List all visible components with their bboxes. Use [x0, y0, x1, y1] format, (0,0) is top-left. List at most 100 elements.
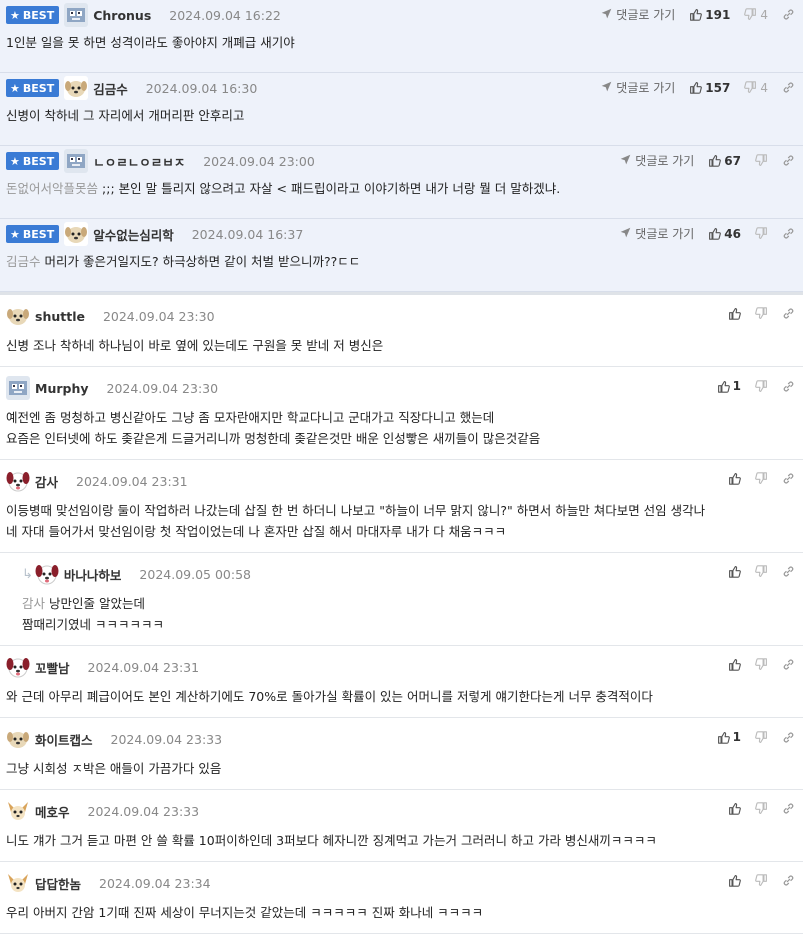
comment-actions: 댓글로 가기 67 — [620, 152, 795, 169]
comment-date: 2024.09.04 23:34 — [99, 875, 211, 891]
comment-nickname[interactable]: 알수없는심리학 — [93, 225, 174, 244]
reply-target[interactable]: 감사 — [22, 596, 45, 611]
downvote-button[interactable] — [755, 565, 768, 578]
robot-avatar[interactable] — [64, 149, 89, 173]
comment-body: 신병 조나 착하네 하나님이 바로 옆에 있는데도 구원을 못 받네 저 병신은 — [6, 335, 803, 366]
go-to-reply-link[interactable]: 댓글로 가기 — [620, 225, 694, 242]
comment-nickname[interactable]: Murphy — [35, 381, 89, 396]
comment-date: 2024.09.04 23:33 — [110, 731, 223, 747]
reply-target[interactable]: 돈없어서악플못씀 — [6, 181, 98, 196]
downvote-button[interactable] — [755, 307, 768, 320]
upvote-count: 1 — [732, 379, 741, 393]
downvote-count: 4 — [760, 80, 768, 95]
comment-text: 네 자대 들어가서 맞선임이랑 첫 작업이었는데 나 혼자만 삽질 해서 마대자… — [6, 524, 507, 539]
go-to-reply-link[interactable]: 댓글로 가기 — [601, 6, 675, 23]
comment-body: 니도 걔가 그거 듣고 마편 안 쓸 확률 10퍼이하인데 3퍼보다 헤자니깐 … — [6, 830, 803, 861]
downvote-button[interactable] — [755, 472, 768, 485]
link-icon — [782, 227, 795, 240]
share-link-button[interactable] — [782, 154, 795, 167]
share-link-button[interactable] — [782, 658, 795, 671]
comment-body: 와 근데 아무리 폐급이어도 본인 계산하기에도 70%로 돌아가실 확률이 있… — [6, 686, 803, 717]
upvote-button[interactable] — [728, 658, 741, 671]
send-icon — [620, 154, 635, 168]
upvote-button[interactable] — [728, 874, 741, 887]
thumbs-down-icon — [755, 154, 768, 167]
share-link-button[interactable] — [782, 874, 795, 887]
chihuahua-avatar[interactable] — [6, 799, 30, 823]
comment-body: 김금수 머리가 좋은거일지도? 하극상하면 같이 처벌 받으니까??ㄷㄷ — [6, 249, 803, 282]
robot-avatar[interactable] — [64, 3, 89, 27]
comment: 메호우 2024.09.04 23:33 니도 걔가 그거 듣고 마편 안 쓸 … — [0, 790, 803, 862]
upvote-button[interactable]: 67 — [708, 154, 741, 168]
downvote-button[interactable] — [755, 227, 768, 240]
comment-body: 신병이 착하네 그 자리에서 개머리판 안후리고 — [6, 103, 803, 136]
comment-nickname[interactable]: 감사 — [35, 472, 58, 491]
reply-comment: ↳ 바나나하보 2024.09.05 00:58 감사 낭만인줄 알았는데 짬때리기… — [0, 553, 803, 646]
comment-nickname[interactable]: 답답한놈 — [35, 874, 81, 893]
upvote-button[interactable]: 46 — [708, 227, 741, 241]
thumbs-down-icon — [755, 565, 768, 578]
share-link-button[interactable] — [782, 307, 795, 320]
puppy-avatar[interactable] — [64, 76, 89, 100]
comment-body: 예전엔 좀 멍청하고 병신같아도 그냥 좀 모자란애지만 학교다니고 군대가고 … — [6, 407, 803, 459]
best-badge: ★ BEST — [6, 152, 60, 170]
comment-date: 2024.09.04 23:31 — [87, 659, 200, 675]
thumbs-up-icon — [689, 81, 703, 94]
comment-text: 1인분 일을 못 하면 성격이라도 좋아야지 개폐급 새기야 — [6, 35, 295, 50]
share-link-button[interactable] — [782, 380, 795, 393]
go-to-reply-link[interactable]: 댓글로 가기 — [620, 152, 694, 169]
puppy-avatar[interactable] — [64, 222, 89, 246]
upvote-button[interactable] — [728, 307, 741, 320]
comment-nickname[interactable]: ㄴㅇㄹㄴㅇㄹㅂㅈ — [93, 152, 185, 171]
puppy-avatar[interactable] — [6, 304, 30, 328]
comment-nickname[interactable]: 김금수 — [93, 79, 128, 98]
comment-nickname[interactable]: 꼬빨남 — [35, 658, 70, 677]
downvote-button[interactable] — [755, 658, 768, 671]
puppy-avatar[interactable] — [6, 727, 30, 751]
dog-red-avatar[interactable] — [6, 655, 30, 679]
share-link-button[interactable] — [782, 565, 795, 578]
share-link-button[interactable] — [782, 802, 795, 815]
reply-target[interactable]: 김금수 — [6, 254, 41, 269]
comment-actions — [714, 307, 795, 320]
comment-actions: 1 — [703, 379, 795, 393]
downvote-button[interactable]: 4 — [744, 8, 768, 22]
upvote-button[interactable]: 1 — [717, 730, 741, 744]
comment-text: 짬때리기였네 ㅋㅋㅋㅋㅋㅋ — [22, 617, 164, 632]
comment-nickname[interactable]: 화이트캡스 — [35, 730, 93, 749]
downvote-button[interactable] — [755, 379, 768, 393]
link-icon — [782, 380, 795, 393]
downvote-count: 4 — [760, 7, 768, 22]
share-link-button[interactable] — [782, 8, 795, 21]
share-link-button[interactable] — [782, 227, 795, 240]
comment-nickname[interactable]: 메호우 — [35, 802, 70, 821]
downvote-button[interactable] — [755, 730, 768, 744]
downvote-button[interactable] — [755, 802, 768, 815]
chihuahua-avatar[interactable] — [6, 871, 30, 895]
upvote-button[interactable] — [728, 802, 741, 815]
upvote-button[interactable] — [728, 565, 741, 578]
robot-avatar[interactable] — [6, 376, 30, 400]
thumbs-down-icon — [755, 874, 768, 887]
upvote-button[interactable] — [728, 472, 741, 485]
share-link-button[interactable] — [782, 731, 795, 744]
comment-body: 우리 아버지 간암 1기때 진짜 세상이 무너지는것 같았는데 ㅋㅋㅋㅋㅋ 진짜… — [6, 902, 803, 933]
upvote-button[interactable]: 157 — [689, 81, 730, 95]
upvote-button[interactable]: 1 — [717, 379, 741, 393]
comment-date: 2024.09.04 23:30 — [102, 308, 215, 324]
link-icon — [782, 81, 795, 94]
dog-red-avatar[interactable] — [34, 562, 59, 586]
share-link-button[interactable] — [782, 472, 795, 485]
go-to-reply-link[interactable]: 댓글로 가기 — [601, 79, 675, 96]
comment-nickname[interactable]: Chronus — [93, 8, 151, 23]
go-to-reply-label: 댓글로 가기 — [616, 81, 676, 95]
upvote-button[interactable]: 191 — [689, 8, 730, 22]
dog-red-avatar[interactable] — [6, 469, 30, 493]
upvote-count: 46 — [724, 226, 741, 241]
comment-nickname[interactable]: shuttle — [35, 309, 85, 324]
downvote-button[interactable] — [755, 154, 768, 167]
downvote-button[interactable] — [755, 874, 768, 887]
downvote-button[interactable]: 4 — [744, 81, 768, 95]
comment-nickname[interactable]: 바나나하보 — [64, 565, 122, 584]
share-link-button[interactable] — [782, 81, 795, 94]
